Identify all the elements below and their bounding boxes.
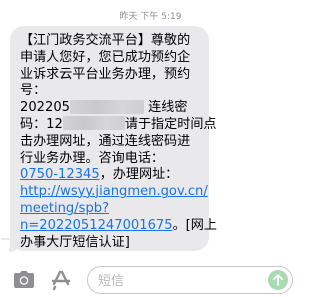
appointment-number-prefix: 202205 <box>20 100 70 116</box>
message-composer-bar <box>0 262 301 297</box>
redacted-password <box>62 116 125 131</box>
message-line: 行业务办理。咨询电话： <box>20 150 165 166</box>
message-line: 202205 连线密 <box>20 99 188 116</box>
message-line: 业诉求云平台业务办理，预约 <box>20 66 191 82</box>
send-arrow-icon <box>273 274 283 286</box>
message-line: n=2022051247001675。[网上 <box>20 217 217 233</box>
url-link-part2[interactable]: meeting/spb? <box>20 201 109 216</box>
message-line: http://wsyy.jiangmen.gov.cn/ <box>20 184 208 201</box>
redacted-appointment-number <box>69 99 144 114</box>
phone-link[interactable]: 0750-12345 <box>20 167 100 182</box>
message-input[interactable] <box>98 272 248 290</box>
message-line: 申请人您好，您已成功预约企 <box>20 49 191 65</box>
message-line: 办事大厅短信认证] <box>20 234 130 250</box>
message-line: 【江门政务交流平台】尊敬的 <box>20 33 191 48</box>
message-timestamp: 昨天 下午 5:19 <box>119 12 182 22</box>
received-message-bubble[interactable]: 【江门政务交流平台】尊敬的 申请人您好，您已成功预约企 业诉求云平台业务办理，预… <box>10 26 217 251</box>
camera-icon <box>14 271 34 288</box>
messages-screen: 昨天 下午 5:19 【江门政务交流平台】尊敬的 申请人您好，您已成功预约企 业… <box>0 0 301 297</box>
message-line: 码：12 请于指定时间点 <box>20 116 217 132</box>
message-line: 0750-12345，办理网址： <box>20 167 179 183</box>
message-input-wrapper <box>87 266 293 294</box>
url-link-part3[interactable]: n=2022051247001675 <box>20 218 173 233</box>
message-line: 号： <box>20 83 47 99</box>
camera-button[interactable] <box>12 268 36 292</box>
message-line: 击办理网址，通过连线密码进 <box>20 133 191 149</box>
send-button[interactable] <box>268 270 288 290</box>
password-label: 码：12 <box>20 116 63 132</box>
app-store-icon <box>51 270 71 291</box>
message-line: meeting/spb? <box>20 201 203 218</box>
url-link-part1[interactable]: http://wsyy.jiangmen.gov.cn/ <box>20 184 208 199</box>
app-store-button[interactable] <box>49 268 73 292</box>
